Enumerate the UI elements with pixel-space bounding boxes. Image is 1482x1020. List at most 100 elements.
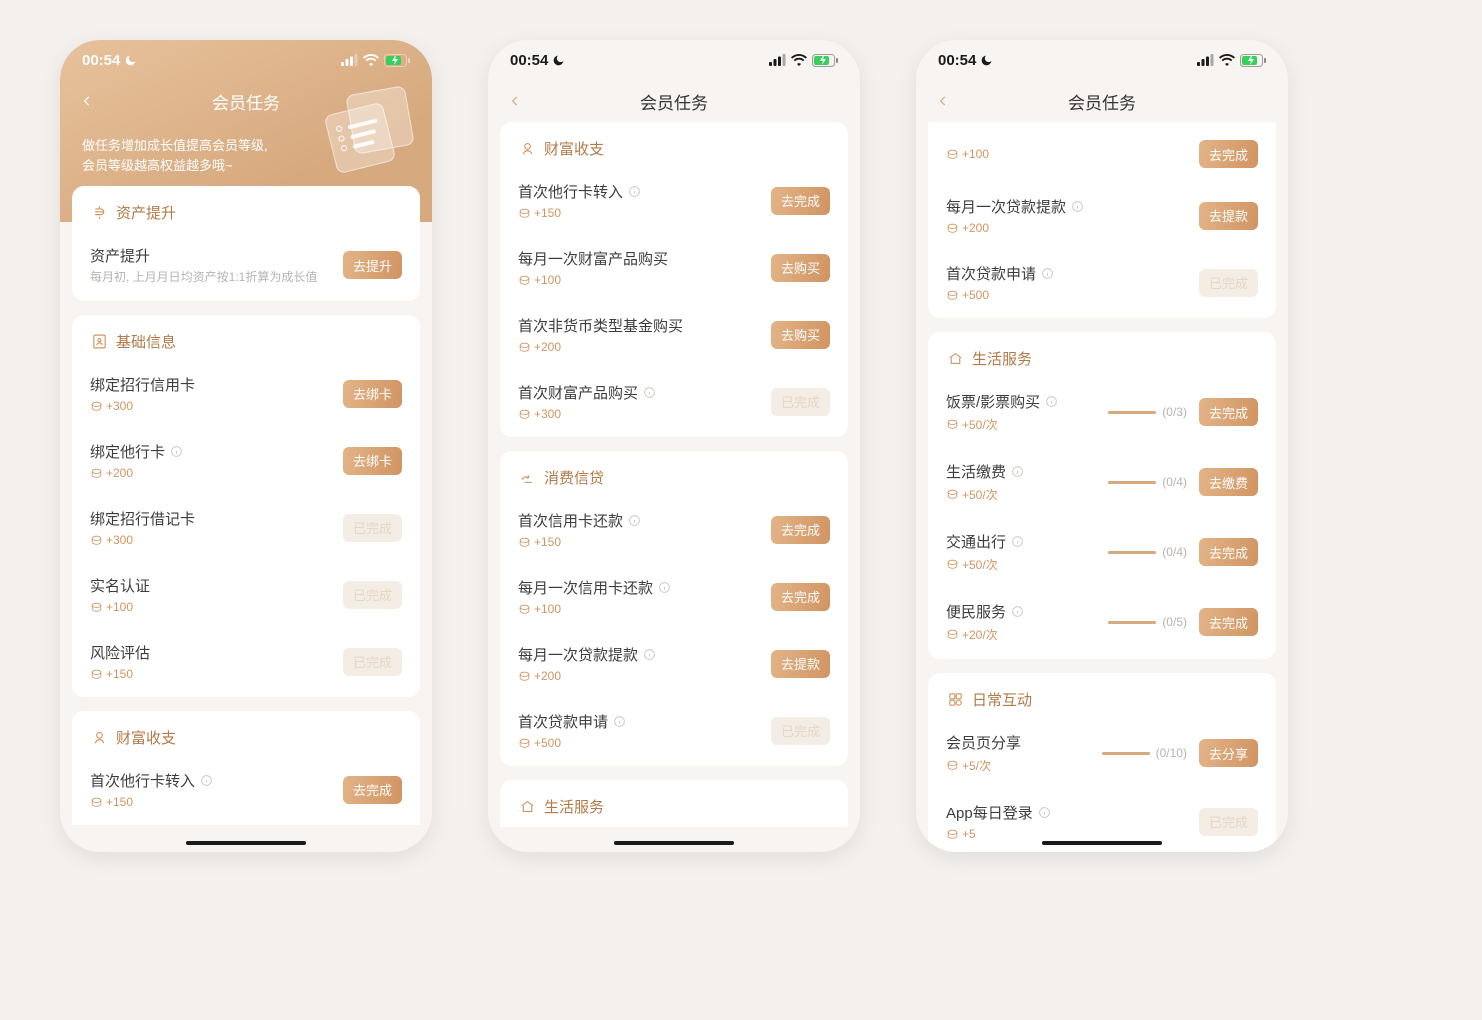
info-icon[interactable] (643, 648, 657, 662)
loan-icon (518, 469, 536, 487)
info-icon[interactable] (1011, 465, 1025, 479)
section-header: 生活服务 (500, 780, 848, 825)
task-scroll[interactable]: 资产提升资产提升每月初, 上月月日均资产按1:1折算为成长值去提升基础信息绑定招… (60, 186, 432, 852)
task-action-button[interactable]: 去提款 (1199, 202, 1258, 230)
task-action-button[interactable]: 去完成 (1199, 608, 1258, 636)
task-reward: +200 (90, 466, 333, 480)
back-button[interactable] (502, 88, 528, 114)
task-row: 风险评估+150已完成 (72, 628, 420, 695)
task-action-button[interactable]: 去完成 (1199, 398, 1258, 426)
nav-title: 会员任务 (1068, 89, 1136, 114)
task-progress: (0/4) (1108, 545, 1187, 559)
info-icon[interactable] (200, 774, 214, 788)
info-icon[interactable] (1038, 806, 1052, 820)
back-button[interactable] (930, 88, 956, 114)
status-time: 00:54 (938, 52, 976, 69)
task-reward: +300 (90, 533, 333, 547)
task-action-button[interactable]: 去缴费 (1199, 468, 1258, 496)
task-action-button[interactable]: 去完成 (1199, 538, 1258, 566)
info-icon[interactable] (1045, 395, 1059, 409)
coin-icon (518, 207, 531, 220)
task-action-button[interactable]: 去提款 (771, 650, 830, 678)
coin-icon (946, 759, 959, 772)
task-reward: +500 (946, 288, 1189, 302)
info-icon[interactable] (658, 581, 672, 595)
task-title: 绑定招行借记卡 (90, 508, 333, 529)
info-icon[interactable] (170, 445, 184, 459)
task-action-button[interactable]: 去完成 (771, 516, 830, 544)
task-row: 每月一次信用卡还款+100去完成 (500, 563, 848, 630)
task-reward: +50/次 (946, 556, 1098, 573)
task-action-button[interactable]: 去完成 (771, 187, 830, 215)
home-indicator (1042, 841, 1162, 845)
task-reward: +150 (518, 535, 761, 549)
task-title: 交通出行 (946, 531, 1098, 552)
task-subtitle: 每月初, 上月月日均资产按1:1折算为成长值 (90, 270, 333, 285)
task-reward: +150 (90, 795, 333, 809)
section-title: 生活服务 (544, 796, 604, 817)
section-header: 生活服务 (928, 332, 1276, 377)
task-action-button[interactable]: 去购买 (771, 321, 830, 349)
task-action-button[interactable]: 去绑卡 (343, 447, 402, 475)
task-action-button[interactable]: 去分享 (1199, 739, 1258, 767)
task-row: 实名认证+100已完成 (72, 561, 420, 628)
task-action-button[interactable]: 去提升 (343, 251, 402, 279)
task-progress: (0/3) (1108, 405, 1187, 419)
task-title: 生活缴费 (946, 461, 1098, 482)
section-title: 财富收支 (116, 727, 176, 748)
info-icon[interactable] (643, 386, 657, 400)
task-progress: (0/4) (1108, 475, 1187, 489)
task-row: 每月一次贷款提款+200去提款 (928, 182, 1276, 249)
task-section: 生活服务饭票/影票购买+50/次(0/3)去完成生活缴费+50/次(0/4)去缴… (928, 332, 1276, 659)
info-icon[interactable] (628, 185, 642, 199)
section-header: 日常互动 (928, 673, 1276, 718)
info-icon[interactable] (1011, 605, 1025, 619)
task-title: 首次财富产品购买 (518, 382, 761, 403)
task-action-button[interactable]: 去购买 (771, 254, 830, 282)
info-icon[interactable] (1011, 535, 1025, 549)
info-icon[interactable] (613, 715, 627, 729)
coin-icon (518, 274, 531, 287)
coin-icon (946, 488, 959, 501)
task-title: 首次他行卡转入 (518, 181, 761, 202)
status-time: 00:54 (82, 52, 120, 69)
wealth-icon (90, 729, 108, 747)
info-icon[interactable] (1071, 200, 1085, 214)
coin-icon (518, 737, 531, 750)
task-title: 每月一次财富产品购买 (518, 248, 761, 269)
task-row: 绑定招行信用卡+300去绑卡 (72, 360, 420, 427)
task-reward: +500 (518, 736, 761, 750)
task-reward: +200 (946, 221, 1189, 235)
task-reward: +50/次 (946, 416, 1098, 433)
coin-icon (518, 341, 531, 354)
wifi-icon (363, 54, 379, 66)
task-scroll[interactable]: 财富收支首次他行卡转入+150去完成每月一次财富产品购买+100去购买首次非货币… (488, 122, 860, 852)
task-action-button[interactable]: 去完成 (771, 583, 830, 611)
task-section: 基础信息绑定招行信用卡+300去绑卡绑定他行卡+200去绑卡绑定招行借记卡+30… (72, 315, 420, 697)
hero-text: 做任务增加成长值提高会员等级,会员等级越高权益越多哦~ (60, 122, 300, 176)
back-button[interactable] (74, 88, 100, 114)
phone-frame: 00:54会员任务做任务增加成长值提高会员等级,会员等级越高权益越多哦~资产提升… (60, 40, 432, 852)
battery-icon (384, 54, 410, 67)
task-reward: +20/次 (946, 626, 1098, 643)
section-header: 财富收支 (500, 122, 848, 167)
task-title: 每月一次贷款提款 (518, 644, 761, 665)
coin-icon (518, 603, 531, 616)
task-row: 首次非货币类型基金购买 +200 去购买 (500, 301, 848, 368)
task-action-button[interactable]: 去完成 (1199, 140, 1258, 168)
signal-icon (769, 54, 786, 66)
task-title: 风险评估 (90, 642, 333, 663)
task-reward: +100 (518, 602, 761, 616)
task-action-button[interactable]: 去完成 (343, 776, 402, 804)
task-scroll[interactable]: +100去完成每月一次贷款提款+200去提款首次贷款申请+500已完成生活服务饭… (916, 122, 1288, 852)
task-reward: +100 (946, 147, 1189, 161)
info-icon[interactable] (628, 514, 642, 528)
task-title: 首次非货币类型基金购买 (518, 315, 761, 336)
task-action-button[interactable]: 去绑卡 (343, 380, 402, 408)
task-title: 饭票/影票购买 (946, 391, 1098, 412)
task-reward: +200 (518, 340, 761, 354)
task-action-button: 已完成 (1199, 269, 1258, 297)
info-icon[interactable] (1041, 267, 1055, 281)
coin-icon (946, 628, 959, 641)
task-row: 首次贷款申请+500已完成 (500, 697, 848, 764)
